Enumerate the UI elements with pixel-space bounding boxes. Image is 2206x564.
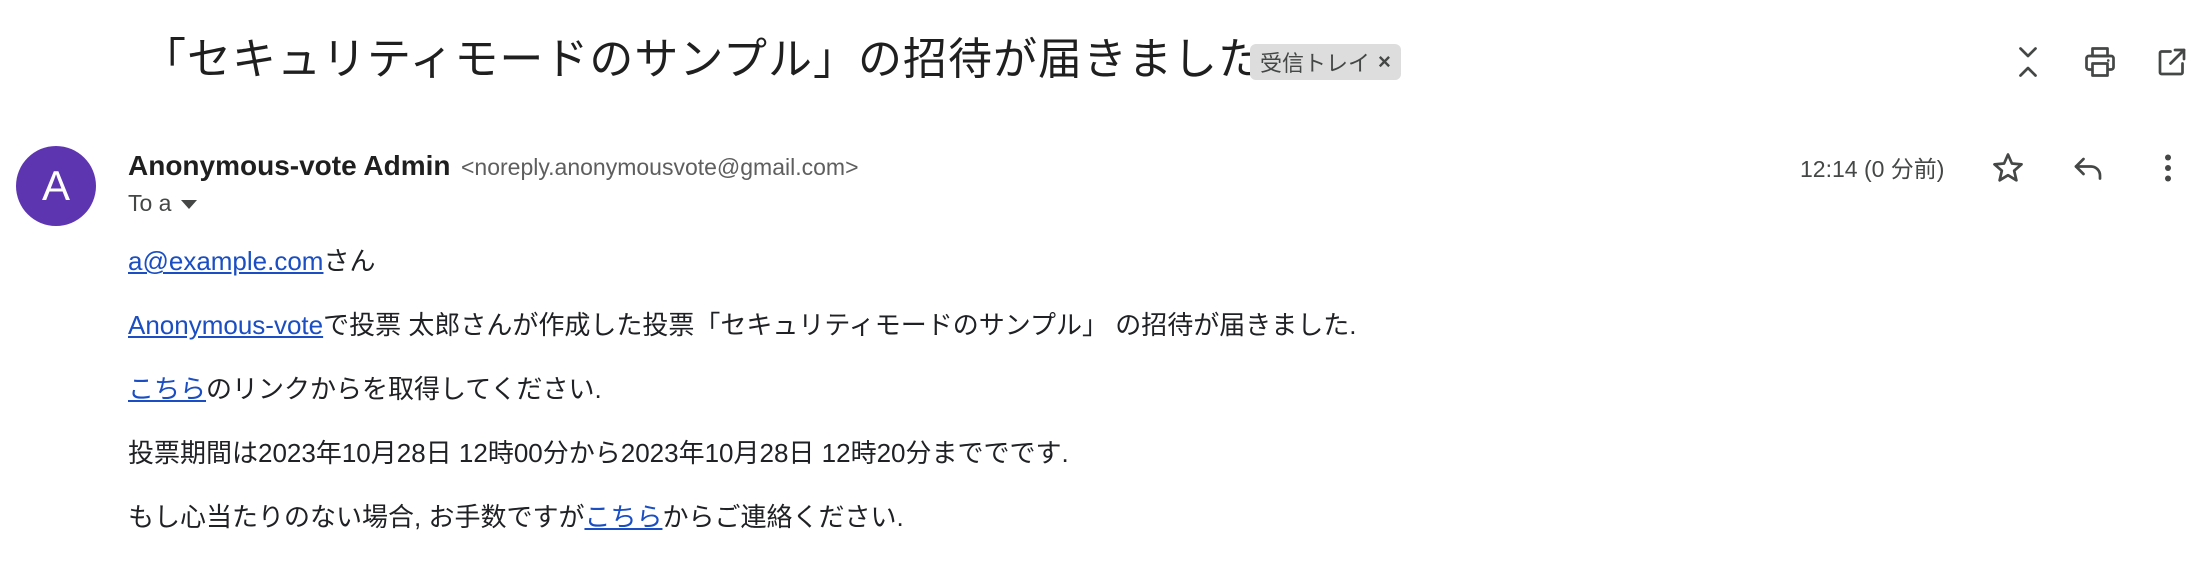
recipients-label: To a bbox=[128, 190, 172, 216]
sender-avatar[interactable]: A bbox=[16, 146, 96, 226]
recipients-toggle[interactable]: To a bbox=[128, 190, 198, 217]
recipient-email-link[interactable]: a@example.com bbox=[128, 246, 323, 276]
open-in-new-window-icon[interactable] bbox=[2150, 40, 2194, 84]
inbox-label-text: 受信トレイ bbox=[1260, 51, 1371, 76]
vote-link[interactable]: こちら bbox=[128, 374, 206, 404]
email-timestamp: 12:14 (0 分前) bbox=[1800, 156, 1945, 182]
body-contact-line: もし心当たりのない場合, お手数ですがこちらからご連絡ください. bbox=[128, 500, 2028, 564]
voting-period-text: 投票期間は2023年10月28日 12時00分から2023年10月28日 12時… bbox=[128, 438, 1069, 468]
anonymous-vote-link[interactable]: Anonymous-vote bbox=[128, 310, 323, 340]
chevron-down-icon[interactable] bbox=[181, 200, 198, 209]
more-vert-icon[interactable] bbox=[2146, 146, 2190, 190]
contact-link[interactable]: こちら bbox=[584, 502, 662, 532]
message-actions bbox=[1986, 146, 2206, 190]
contact-text-after: からご連絡ください. bbox=[662, 502, 904, 532]
remove-label-icon[interactable]: × bbox=[1378, 51, 1391, 73]
sender-email: <noreply.anonymousvote@gmail.com> bbox=[460, 154, 859, 180]
body-link-line: こちらのリンクからを取得してください. bbox=[128, 372, 2028, 436]
body-invite-line: Anonymous-voteで投票 太郎さんが作成した投票「セキュリティモードの… bbox=[128, 308, 2028, 372]
body-greeting: a@example.comさん bbox=[128, 244, 2028, 308]
collapse-icon[interactable] bbox=[2006, 40, 2050, 84]
link-instruction-text: のリンクからを取得してください. bbox=[206, 374, 602, 404]
reply-icon[interactable] bbox=[2066, 146, 2110, 190]
email-header: 「セキュリティモードのサンプル」の招待が届きました 受信トレイ × bbox=[0, 0, 2206, 124]
inbox-label-chip[interactable]: 受信トレイ × bbox=[1250, 44, 1401, 80]
greeting-suffix: さん bbox=[323, 246, 376, 276]
invite-text: で投票 太郎さんが作成した投票「セキュリティモードのサンプル」 の招待が届きまし… bbox=[323, 310, 1357, 340]
email-body: a@example.comさん Anonymous-voteで投票 太郎さんが作… bbox=[128, 244, 2028, 564]
body-period-line: 投票期間は2023年10月28日 12時00分から2023年10月28日 12時… bbox=[128, 436, 2028, 500]
sender-info: Anonymous-vote Admin <noreply.anonymousv… bbox=[128, 148, 859, 189]
contact-text-before: もし心当たりのない場合, お手数ですが bbox=[128, 502, 585, 532]
print-icon[interactable] bbox=[2078, 40, 2122, 84]
email-subject: 「セキュリティモードのサンプル」の招待が届きました bbox=[142, 35, 1264, 84]
star-icon[interactable] bbox=[1986, 146, 2030, 190]
header-toolbar bbox=[2006, 40, 2206, 84]
sender-name[interactable]: Anonymous-vote Admin bbox=[128, 150, 451, 181]
